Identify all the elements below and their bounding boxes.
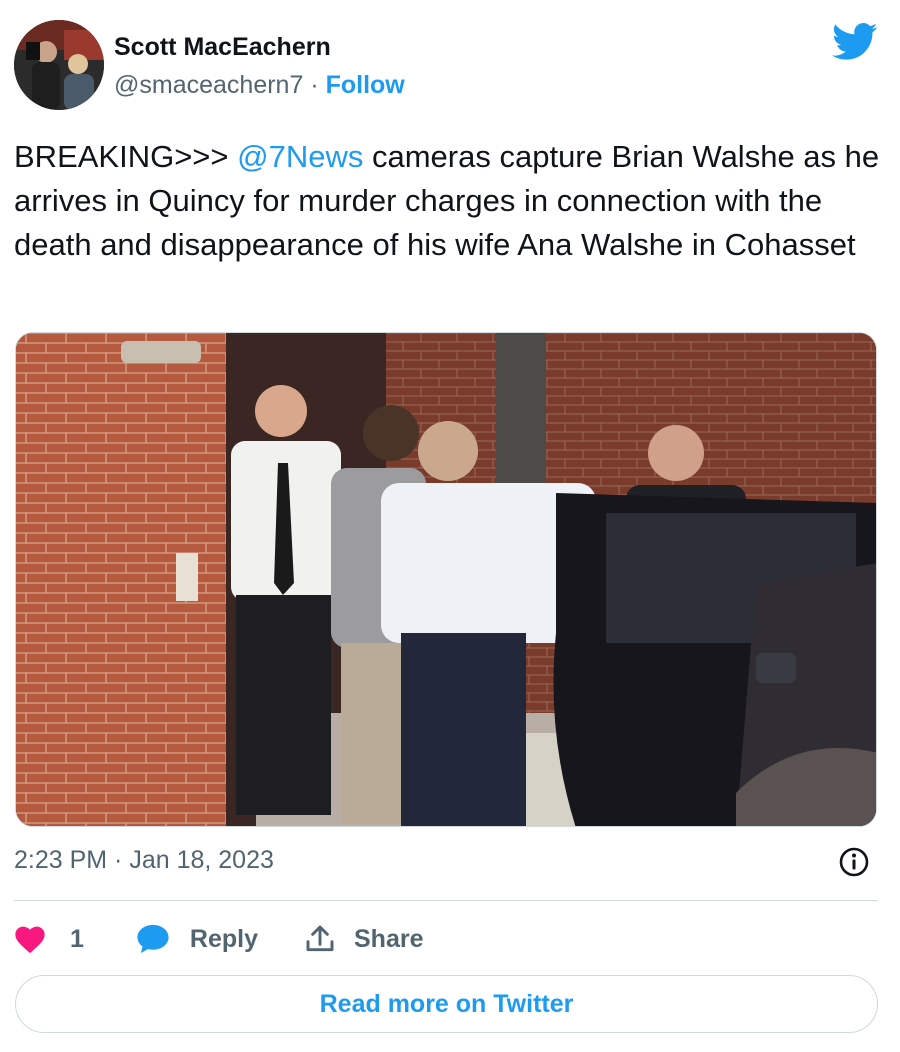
handle-separator: · <box>310 71 319 99</box>
like-count: 1 <box>70 924 84 953</box>
author-name[interactable]: Scott MacEachern <box>114 33 331 62</box>
share-upload-icon <box>306 925 334 952</box>
tweet-text-prefix: BREAKING>>> <box>14 139 238 174</box>
read-more-label: Read more on Twitter <box>319 989 574 1018</box>
reply-button[interactable]: Reply <box>136 923 258 955</box>
tweet-photo[interactable] <box>15 332 877 827</box>
author-handle[interactable]: @smaceachern7 <box>114 71 303 99</box>
share-label: Share <box>354 924 424 953</box>
read-more-button[interactable]: Read more on Twitter <box>15 975 878 1033</box>
like-button[interactable]: 1 <box>14 924 84 954</box>
tweet-text: BREAKING>>> @7News cameras capture Brian… <box>14 135 884 267</box>
mention-link[interactable]: @7News <box>237 139 363 174</box>
divider <box>14 900 878 901</box>
action-bar: 1 Reply Share <box>14 918 423 960</box>
speech-bubble-icon <box>137 924 169 954</box>
author-handle-line: @smaceachern7 · Follow <box>114 71 405 100</box>
reply-label: Reply <box>189 924 258 953</box>
share-button[interactable]: Share <box>304 923 423 955</box>
twitter-bird-icon[interactable] <box>832 22 878 62</box>
follow-button[interactable]: Follow <box>326 71 405 99</box>
info-icon[interactable] <box>838 846 870 878</box>
avatar[interactable] <box>14 20 104 110</box>
tweet-timestamp[interactable]: 2:23 PM · Jan 18, 2023 <box>14 846 274 875</box>
tweet-card: Scott MacEachern @smaceachern7 · Follow … <box>0 0 900 1052</box>
heart-icon <box>15 926 45 954</box>
